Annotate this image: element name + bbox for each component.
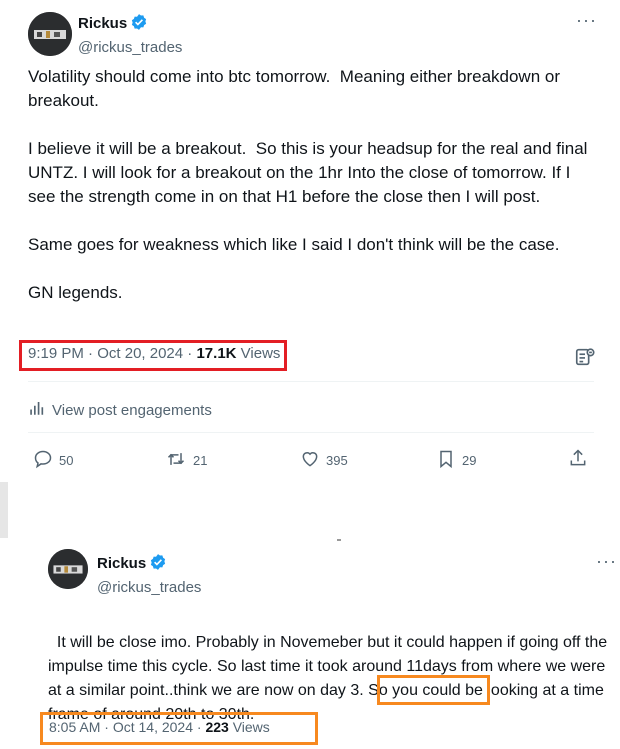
tweet-text: It will be close imo. Probably in Noveme… — [48, 607, 608, 727]
author-info: Rickus @rickus_trades — [78, 13, 182, 56]
reply-icon — [33, 449, 53, 472]
analytics-icon — [28, 399, 46, 421]
bookmark-button[interactable]: 29 — [436, 449, 476, 472]
author-name[interactable]: Rickus — [78, 15, 127, 32]
share-icon — [568, 448, 588, 471]
verified-badge-icon — [130, 13, 148, 36]
view-engagements-link[interactable]: View post engagements — [28, 399, 212, 421]
author-handle[interactable]: @rickus_trades — [97, 579, 201, 596]
more-options-icon[interactable]: ··· — [576, 10, 597, 31]
tweet-text: Volatility should come into btc tomorrow… — [28, 67, 588, 302]
repost-icon — [165, 449, 187, 472]
author-info: Rickus @rickus_trades — [97, 553, 201, 596]
avatar[interactable] — [28, 12, 72, 56]
orange-highlight-box — [40, 712, 318, 745]
verified-badge-icon — [149, 553, 167, 576]
repost-count: 21 — [193, 453, 208, 468]
more-options-icon[interactable]: ··· — [596, 551, 617, 572]
red-highlight-box — [19, 340, 287, 371]
engagements-label: View post engagements — [52, 401, 212, 419]
separator-dot — [337, 539, 341, 541]
screenshot-separator — [0, 482, 8, 538]
divider — [28, 432, 594, 433]
heart-icon — [300, 449, 320, 472]
divider — [28, 381, 594, 382]
avatar[interactable] — [48, 549, 88, 589]
author-name[interactable]: Rickus — [97, 555, 146, 572]
like-count: 395 — [326, 453, 348, 468]
orange-highlight-box — [377, 675, 490, 705]
bookmark-icon — [436, 449, 456, 472]
like-button[interactable]: 395 — [300, 449, 348, 472]
tweet-text-main: It will be close imo. Probably in Noveme… — [48, 634, 612, 723]
author-handle[interactable]: @rickus_trades — [78, 39, 182, 56]
grok-analyze-icon[interactable] — [574, 346, 596, 373]
reply-button[interactable]: 50 — [33, 449, 73, 472]
reply-count: 50 — [59, 453, 74, 468]
share-button[interactable] — [568, 448, 588, 471]
repost-button[interactable]: 21 — [165, 449, 207, 472]
bookmark-count: 29 — [462, 453, 477, 468]
